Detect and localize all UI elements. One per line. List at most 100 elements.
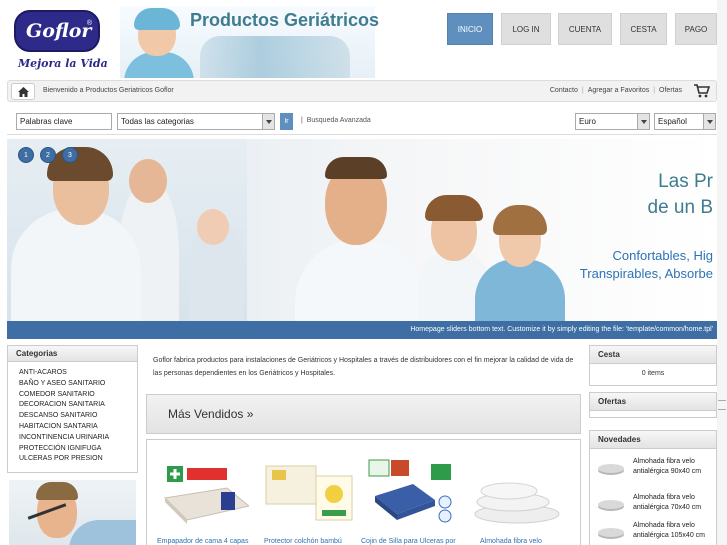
customer-service-image[interactable] (9, 480, 136, 545)
product-image[interactable] (264, 458, 356, 528)
language-select[interactable]: Español (654, 113, 716, 130)
home-button[interactable] (11, 83, 35, 100)
slogan: Mejora la Vida (18, 57, 108, 70)
product-image[interactable] (365, 458, 457, 528)
nurse-figure (11, 209, 141, 321)
patient-face (197, 209, 229, 245)
nurse-figure (475, 259, 565, 321)
scrollbar-grip[interactable] (718, 400, 726, 410)
nav-inicio[interactable]: INICIO (447, 13, 493, 45)
novedad-name-line: Almohada fibra velo (633, 458, 695, 465)
slider-caption: Homepage sliders bottom text. Customize … (7, 321, 717, 339)
nurse-hair (425, 195, 483, 221)
product-name[interactable]: Protector colchón bambú (264, 538, 342, 545)
slider-line-1: Confortables, Hig (612, 248, 713, 263)
cesta-title: Cesta (590, 346, 716, 364)
category-item[interactable]: DECORACION SANITARIA (19, 400, 137, 411)
nav-cuenta[interactable]: CUENTA (558, 13, 612, 45)
agent-shirt (69, 520, 136, 545)
link-agregar-favoritos[interactable]: Agregar a Favoritos (588, 87, 649, 94)
novedad-name-line: antialérgica 105x40 cm (633, 532, 705, 539)
novedad-name-line: Almohada fibra velo (633, 522, 695, 529)
category-item[interactable]: BAÑO Y ASEO SANITARIO (19, 379, 137, 390)
slider-line-2: Transpirables, Absorbe (579, 266, 713, 281)
page-scrollbar[interactable] (717, 0, 727, 545)
cesta-box: Cesta 0 items (589, 345, 717, 386)
categories-box: Categorias ANTI-ACAROS BAÑO Y ASEO SANIT… (7, 345, 138, 473)
product-name[interactable]: Cojin de Silla para Ulceras por (361, 538, 456, 545)
novedad-name: Almohada fibra velo antialérgica 105x40 … (633, 521, 715, 541)
product-name[interactable]: Empapador de cama 4 capas (157, 538, 248, 545)
chevron-down-icon (637, 114, 649, 129)
novedad-item[interactable]: Almohada fibra velo antialérgica 105x40 … (590, 517, 718, 545)
link-contacto[interactable]: Contacto (550, 87, 578, 94)
novedad-item[interactable]: Almohada fibra velo antialérgica 90x40 c… (590, 453, 718, 489)
pillow-thumbnail (598, 500, 624, 509)
product-image[interactable] (157, 458, 251, 528)
cart-icon[interactable] (694, 84, 710, 98)
product-name[interactable]: Almohada fibra velo (480, 538, 542, 545)
doctor-figure (295, 239, 425, 321)
category-item[interactable]: COMEDOR SANITARIO (19, 390, 137, 401)
logo-text: Goflor (26, 20, 92, 42)
separator: | (301, 117, 303, 124)
chevron-down-icon (262, 114, 274, 129)
slider-headline-1: Las Pr (658, 171, 713, 192)
search-input[interactable]: Palabras clave (16, 113, 112, 130)
category-item[interactable]: HABITACION SANTARIA (19, 422, 137, 433)
search-go-button[interactable]: Ir (280, 113, 293, 130)
slide-dot-1[interactable]: 1 (18, 147, 34, 163)
ofertas-box: Ofertas (589, 392, 717, 418)
novedades-box: Novedades Almohada fibra velo antialérgi… (589, 430, 717, 545)
novedad-name: Almohada fibra velo antialérgica 70x40 c… (633, 493, 715, 513)
category-select-value: Todas las categorias (121, 117, 194, 126)
novedad-name-line: Almohada fibra velo (633, 494, 695, 501)
category-item[interactable]: INCONTINENCIA URINARIA (19, 433, 137, 444)
product-image[interactable] (469, 458, 561, 528)
slide-dot-2[interactable]: 2 (40, 147, 56, 163)
currency-select-value: Euro (579, 117, 596, 126)
novedad-name-line: antialérgica 90x40 cm (633, 468, 702, 475)
homepage-slider[interactable]: Las Pr de un B Confortables, Hig Transpi… (7, 139, 717, 321)
search-row: Palabras clave Todas las categorias Ir |… (7, 109, 717, 135)
categories-list: ANTI-ACAROS BAÑO Y ASEO SANITARIO COMEDO… (8, 362, 137, 465)
nav-login[interactable]: LOG IN (501, 13, 551, 45)
novedad-name: Almohada fibra velo antialérgica 90x40 c… (633, 457, 715, 477)
nurse-hair (493, 205, 547, 235)
category-item[interactable]: ANTI-ACAROS (19, 368, 137, 379)
chevron-down-icon (703, 114, 715, 129)
ofertas-title: Ofertas (590, 393, 716, 411)
novedades-title: Novedades (590, 431, 716, 449)
cesta-items-count[interactable]: 0 items (590, 364, 716, 377)
nav-pago[interactable]: PAGO (675, 13, 717, 45)
separator: | (653, 87, 656, 94)
category-select[interactable]: Todas las categorias (117, 113, 275, 130)
advanced-search-label: Busqueda Avanzada (306, 117, 371, 124)
separator: | (581, 87, 584, 94)
slide-dot-3[interactable]: 3 (62, 147, 78, 163)
logo[interactable]: Goflor ® (14, 10, 100, 52)
currency-select[interactable]: Euro (575, 113, 650, 130)
top-links: Contacto | Agregar a Favoritos | Ofertas (550, 87, 682, 94)
nurse-cap (134, 8, 180, 30)
breadcrumb-bar: Bienvenido a Productos Geriatricos Goflo… (7, 80, 717, 102)
link-ofertas[interactable]: Ofertas (659, 87, 682, 94)
advanced-search-link[interactable]: | Busqueda Avanzada (301, 117, 371, 124)
pillow-thumbnail (598, 528, 624, 537)
category-item[interactable]: DESCANSO SANITARIO (19, 411, 137, 422)
bestsellers-products: Empapador de cama 4 capas Protector colc… (146, 439, 581, 545)
novedad-name-line: antialérgica 70x40 cm (633, 504, 702, 511)
category-item[interactable]: PROTECCIÓN IGNIFUGA (19, 444, 137, 455)
home-icon (18, 87, 29, 97)
categories-title: Categorias (8, 346, 137, 362)
doctor-hair (325, 157, 387, 179)
doctor-face (129, 159, 167, 203)
site-title: Productos Geriátricos (190, 10, 380, 30)
nav-cesta[interactable]: CESTA (620, 13, 667, 45)
surgeons-image (200, 36, 350, 78)
category-item[interactable]: ULCERAS POR PRESION (19, 454, 137, 465)
pillow-thumbnail (598, 464, 624, 473)
slider-headline-2: de un B (647, 197, 714, 218)
pillow-image (474, 482, 560, 524)
bestsellers-header[interactable]: Más Vendidos » (146, 394, 581, 434)
